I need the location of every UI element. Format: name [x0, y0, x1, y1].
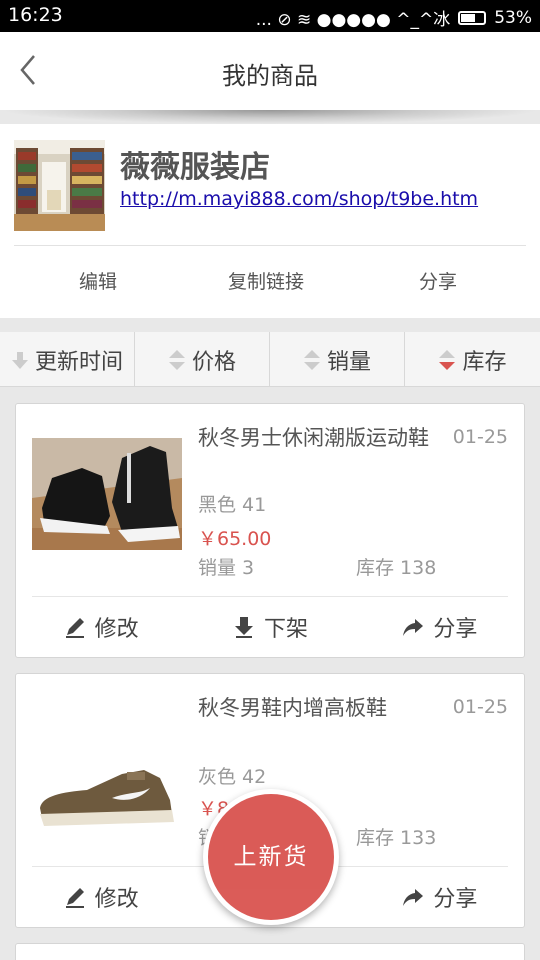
delist-product-button[interactable]: 下架 [185, 597, 354, 657]
sort-updown-icon [303, 349, 320, 370]
sort-sales[interactable]: 销量 [270, 332, 405, 387]
header-shadow [0, 110, 540, 124]
product-variant: 黑色 41 [198, 494, 267, 516]
sort-label: 销量 [326, 349, 371, 375]
sort-stock[interactable]: 库存 [405, 332, 540, 387]
action-label: 分享 [433, 887, 478, 912]
edit-product-button[interactable]: 修改 [16, 867, 185, 927]
share-arrow-icon [403, 619, 424, 636]
sort-price[interactable]: 价格 [135, 332, 270, 387]
shop-url-link[interactable]: http://m.mayi888.com/shop/t9be.htm [120, 188, 478, 210]
pencil-icon [65, 888, 84, 908]
arrow-down-icon [234, 617, 253, 638]
battery-level: 53% [494, 7, 532, 28]
app-header: 我的商品 [0, 32, 540, 110]
edit-product-button[interactable]: 修改 [16, 597, 185, 657]
shop-actions: 编辑 复制链接 分享 [0, 246, 540, 318]
edit-shop-button[interactable]: 编辑 [0, 246, 196, 318]
share-product-button[interactable]: 分享 [355, 867, 524, 927]
product-actions: 修改 下架 分享 [16, 597, 524, 657]
product-price: ￥65.00 [198, 528, 272, 550]
action-label: 修改 [94, 617, 139, 642]
sort-update-time[interactable]: 更新时间 [0, 332, 135, 387]
sort-label: 库存 [462, 349, 507, 375]
sort-bar: 更新时间 价格 销量 库存 [0, 332, 540, 387]
status-time: 16:23 [8, 4, 63, 26]
product-image[interactable] [32, 438, 182, 550]
shop-avatar[interactable] [14, 140, 105, 231]
fab-label: 上新货 [208, 794, 334, 920]
shop-card: 薇薇服装店 http://m.mayi888.com/shop/t9be.htm… [0, 124, 540, 318]
product-card[interactable] [15, 943, 525, 960]
product-sales: 销量 3 [198, 557, 255, 579]
black-sneaker-image [32, 438, 182, 550]
product-title[interactable]: 秋冬男鞋内增高板鞋 [198, 692, 448, 725]
shop-name: 薇薇服装店 [120, 150, 270, 185]
product-stock: 库存 138 [356, 557, 437, 579]
brown-sneaker-image [32, 734, 182, 846]
action-label: 修改 [94, 887, 139, 912]
share-product-button[interactable]: 分享 [355, 597, 524, 657]
status-indicators: ... ⊘ ≋ ●●●●● ^_^冰 53% [255, 5, 532, 31]
sort-label: 价格 [191, 349, 236, 375]
status-bar: 16:23 ... ⊘ ≋ ●●●●● ^_^冰 53% [0, 0, 540, 32]
add-new-product-button[interactable]: 上新货 [203, 789, 339, 925]
product-title[interactable]: 秋冬男士休闲潮版运动鞋 [198, 422, 448, 455]
action-label: 下架 [263, 617, 308, 642]
product-image[interactable] [32, 734, 182, 846]
share-arrow-icon [403, 889, 424, 906]
page-title: 我的商品 [222, 62, 318, 90]
product-date: 01-25 [452, 426, 508, 448]
action-label: 分享 [433, 617, 478, 642]
product-card[interactable]: 秋冬男士休闲潮版运动鞋 01-25 黑色 41 ￥65.00 销量 3 库存 1… [15, 403, 525, 658]
share-shop-button[interactable]: 分享 [336, 246, 540, 318]
sort-label: 更新时间 [34, 349, 123, 375]
sort-updown-icon [168, 349, 185, 370]
product-date: 01-25 [452, 696, 508, 718]
sort-updown-active-icon [439, 349, 456, 370]
product-stock: 库存 133 [356, 827, 437, 849]
arrow-down-icon [11, 351, 28, 369]
product-variant: 灰色 42 [198, 766, 267, 788]
copy-link-button[interactable]: 复制链接 [196, 246, 336, 318]
pencil-icon [65, 618, 84, 638]
bookshelf-room-image [14, 140, 105, 231]
status-icons: ... ⊘ ≋ ●●●●● ^_^冰 [255, 10, 451, 30]
battery-icon [458, 10, 487, 25]
